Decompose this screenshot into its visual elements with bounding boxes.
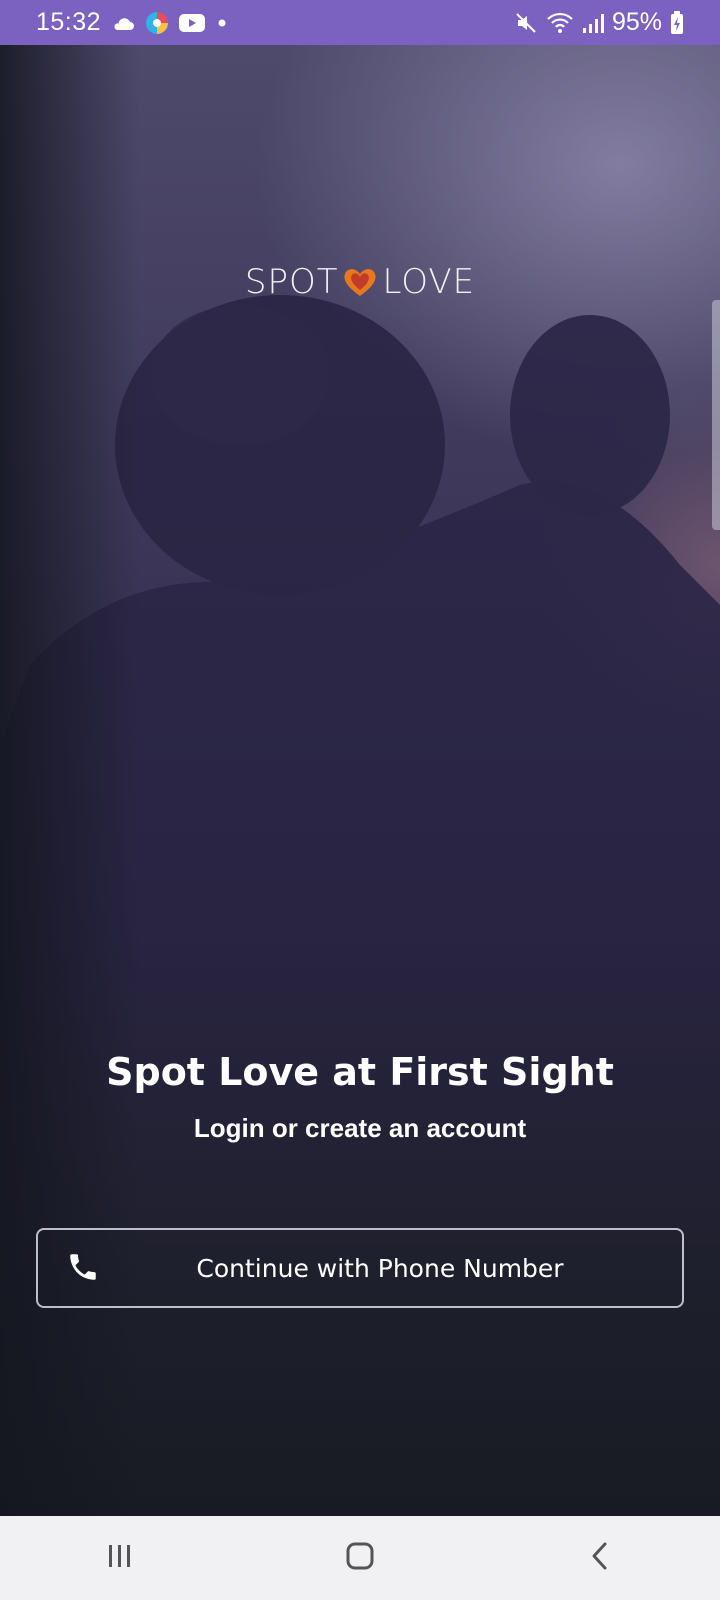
welcome-screen: 15:32 95% SPOT LOVE Spot Love at First S… — [0, 0, 720, 1600]
wifi-icon — [546, 12, 574, 34]
cloud-icon — [111, 15, 135, 31]
heart-icon — [342, 266, 378, 298]
app-logo: SPOT LOVE — [0, 262, 720, 302]
mute-icon — [514, 11, 538, 35]
headline: Spot Love at First Sight — [106, 1050, 614, 1094]
status-time: 15:32 — [36, 8, 102, 36]
back-button[interactable] — [540, 1516, 660, 1600]
youtube-icon — [179, 13, 206, 33]
home-icon — [344, 1540, 376, 1577]
logo-text-spot: SPOT — [244, 262, 339, 302]
battery-charging-icon — [670, 10, 684, 35]
home-button[interactable] — [300, 1516, 420, 1600]
system-nav-bar — [0, 1516, 720, 1600]
continue-with-phone-button[interactable]: Continue with Phone Number — [36, 1228, 684, 1308]
scroll-indicator[interactable] — [712, 300, 720, 530]
recent-apps-icon — [105, 1542, 135, 1575]
phone-icon — [66, 1250, 102, 1286]
signal-icon — [582, 12, 604, 34]
battery-percent: 95% — [611, 8, 662, 36]
back-icon — [586, 1540, 614, 1577]
status-bar: 15:32 95% — [0, 0, 720, 45]
subheadline: Login or create an account — [193, 1113, 527, 1143]
notification-dot-icon — [215, 16, 229, 30]
recent-apps-button[interactable] — [60, 1516, 180, 1600]
logo-text-love: LOVE — [382, 262, 476, 302]
continue-with-phone-label: Continue with Phone Number — [196, 1253, 564, 1283]
edge-browser-icon — [145, 11, 169, 35]
